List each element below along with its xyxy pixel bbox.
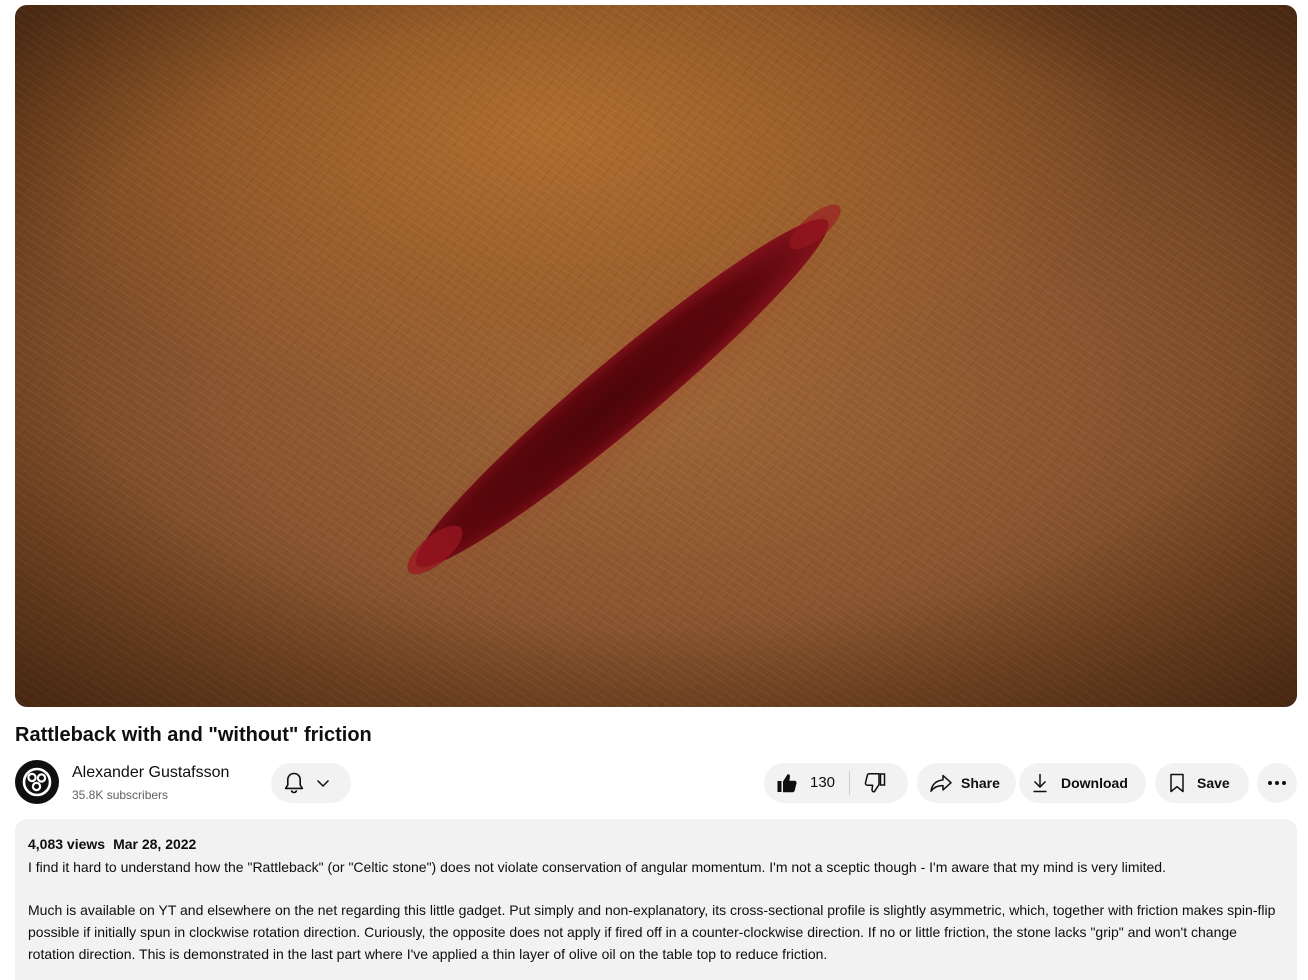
more-horizontal-icon: [1268, 781, 1286, 785]
description-paragraph-2: Much is available on YT and elsewhere on…: [28, 902, 1276, 962]
more-actions-button[interactable]: [1257, 763, 1297, 803]
download-label: Download: [1061, 775, 1128, 791]
notification-button[interactable]: [271, 763, 351, 803]
save-label: Save: [1197, 775, 1230, 791]
download-icon: [1033, 774, 1047, 793]
bookmark-icon: [1170, 773, 1184, 793]
video-title: Rattleback with and "without" friction: [15, 724, 372, 746]
dislike-button[interactable]: [850, 763, 886, 803]
view-count: 4,083 views: [28, 836, 106, 852]
video-vignette: [15, 5, 1297, 707]
description-box[interactable]: 4,083 views Mar 28, 2022 I find it hard t…: [15, 819, 1297, 980]
like-dislike-group: 130: [764, 763, 908, 803]
bell-icon: [284, 772, 304, 794]
subscriber-count: 35.8K subscribers: [72, 788, 169, 802]
upload-date: Mar 28, 2022: [113, 836, 197, 852]
description-meta: 4,083 views Mar 28, 2022: [28, 834, 1284, 854]
save-button[interactable]: Save: [1155, 763, 1249, 803]
share-label: Share: [961, 775, 1000, 791]
description-paragraph-1: I find it hard to understand how the "Ra…: [28, 859, 1166, 875]
channel-avatar[interactable]: [15, 760, 59, 804]
like-button[interactable]: 130: [764, 763, 849, 803]
share-button[interactable]: Share: [917, 763, 1016, 803]
thumbs-down-icon: [864, 773, 886, 793]
watch-page: Rattleback with and "without" friction A…: [0, 0, 1308, 980]
chevron-down-icon: [316, 779, 330, 788]
thumbs-up-icon: [777, 774, 797, 793]
video-player[interactable]: [15, 5, 1297, 707]
channel-name[interactable]: Alexander Gustafsson: [72, 762, 229, 784]
like-count: 130: [810, 774, 836, 791]
film-reel-logo-icon: [22, 767, 52, 797]
share-icon: [930, 774, 952, 792]
download-button[interactable]: Download: [1019, 763, 1146, 803]
